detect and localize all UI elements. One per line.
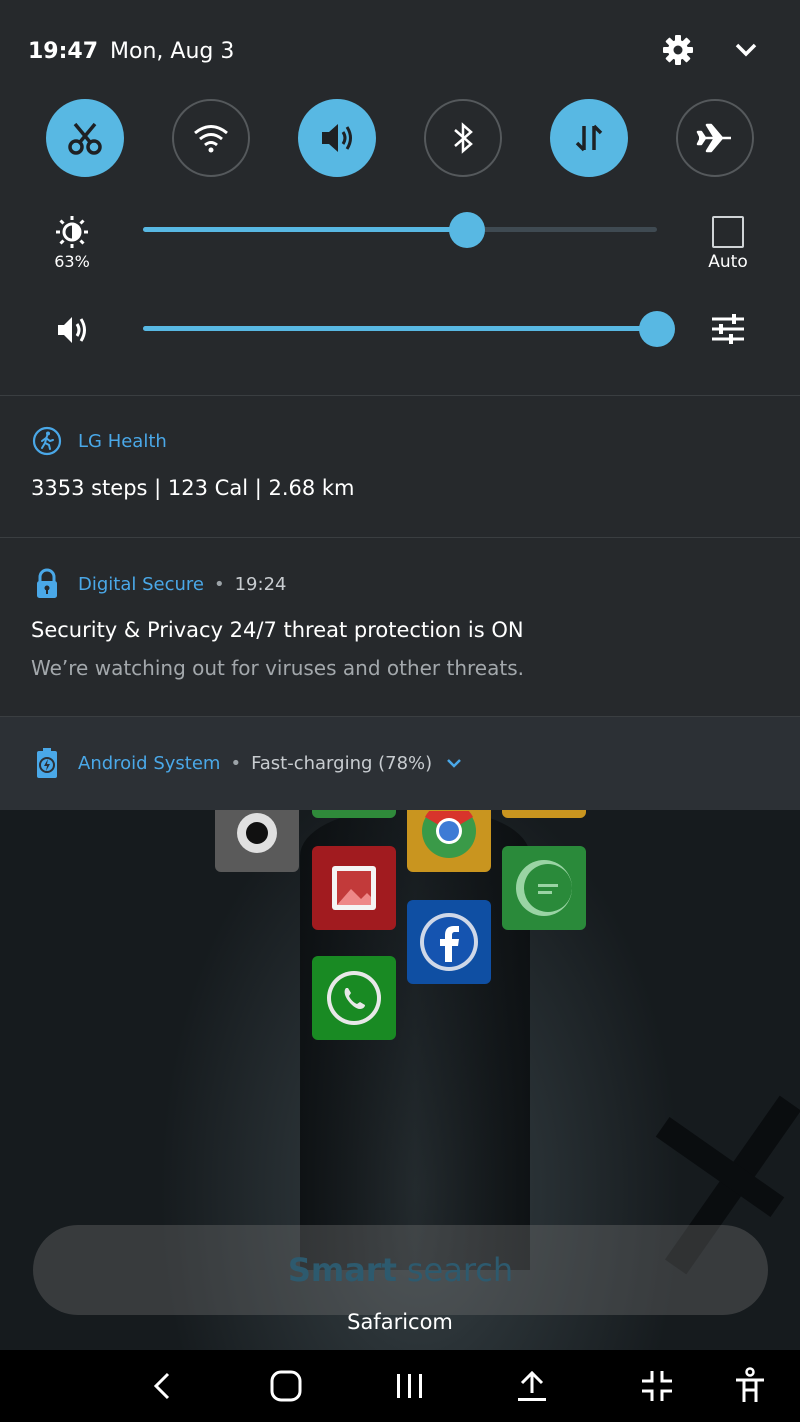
- quick-settings-row: [0, 99, 800, 177]
- volume-fill: [143, 326, 657, 331]
- brightness-track: [143, 227, 657, 232]
- bluetooth-icon: [454, 122, 473, 154]
- brightness-slider[interactable]: [0, 210, 690, 250]
- brightness-fill: [143, 227, 467, 232]
- mobile-data-toggle[interactable]: [550, 99, 628, 177]
- notification-title: 3353 steps | 123 Cal | 2.68 km: [31, 476, 355, 500]
- bluetooth-toggle[interactable]: [424, 99, 502, 177]
- home-button[interactable]: [264, 1364, 308, 1408]
- volume-icon: [322, 124, 352, 152]
- auto-brightness-label: Auto: [708, 252, 748, 272]
- airplane-icon: [696, 123, 731, 153]
- smart-search-label: Smart: [287, 1251, 397, 1289]
- partial-app-icon[interactable]: [502, 810, 586, 818]
- brightness-thumb[interactable]: [449, 212, 485, 248]
- gallery-app-icon[interactable]: [312, 846, 396, 930]
- volume-thumb[interactable]: [639, 311, 675, 347]
- screen-capture-toggle[interactable]: [46, 99, 124, 177]
- separator-dot: •: [230, 752, 242, 774]
- auto-brightness-checkbox[interactable]: [712, 216, 744, 248]
- collapse-chevron-down-icon[interactable]: [728, 32, 764, 68]
- facebook-app-icon[interactable]: [407, 900, 491, 984]
- back-button[interactable]: [140, 1364, 184, 1408]
- date: Mon, Aug 3: [110, 38, 235, 64]
- settings-gear-icon[interactable]: [660, 32, 696, 68]
- minimize-icon[interactable]: [635, 1364, 679, 1408]
- smart-search-bar[interactable]: Smart search: [33, 1225, 768, 1315]
- recents-button[interactable]: [388, 1364, 432, 1408]
- accessibility-icon[interactable]: [728, 1364, 772, 1408]
- wifi-toggle[interactable]: [172, 99, 250, 177]
- notification-meta: Fast-charging (78%): [251, 752, 433, 774]
- clock: 19:47: [28, 38, 99, 64]
- airplane-mode-toggle[interactable]: [676, 99, 754, 177]
- sound-toggle[interactable]: [298, 99, 376, 177]
- camera-app-icon[interactable]: [215, 810, 299, 872]
- notification-shade: 19:47 Mon, Aug 3 63% Auto LG Health 3353…: [0, 0, 800, 810]
- navigation-bar: [0, 1350, 800, 1422]
- partial-app-icon[interactable]: [312, 810, 396, 818]
- notification-title: Security & Privacy 24/7 threat protectio…: [31, 618, 524, 642]
- notification-app-name: LG Health: [78, 430, 167, 452]
- sound-settings-sliders-icon[interactable]: [710, 313, 746, 345]
- volume-slider[interactable]: [0, 309, 690, 349]
- notification-time: 19:24: [234, 573, 287, 595]
- brightness-percent: 63%: [54, 252, 90, 271]
- scissors-icon: [68, 122, 102, 155]
- home-wallpaper: Smart search Safaricom: [0, 810, 800, 1422]
- data-transfer-icon: [575, 124, 603, 152]
- carrier-label: Safaricom: [347, 1310, 453, 1334]
- messages-app-icon[interactable]: [502, 846, 586, 930]
- notification-digital-secure[interactable]: Digital Secure • 19:24 Security & Privac…: [0, 538, 800, 716]
- volume-track: [143, 326, 657, 331]
- notification-body: We’re watching out for viruses and other…: [31, 656, 524, 680]
- notification-app-name: Android System: [78, 752, 221, 774]
- lock-icon: [37, 568, 57, 598]
- battery-charging-icon: [37, 748, 57, 778]
- notification-pull-icon[interactable]: [510, 1364, 554, 1408]
- wifi-icon: [194, 125, 228, 153]
- status-header: 19:47 Mon, Aug 3: [28, 34, 234, 68]
- expand-chevron-down-icon[interactable]: [442, 755, 466, 771]
- separator-dot: •: [213, 573, 225, 595]
- chrome-app-icon[interactable]: [407, 810, 491, 872]
- notification-android-system[interactable]: Android System • Fast-charging (78%): [0, 717, 800, 810]
- notification-lg-health[interactable]: LG Health 3353 steps | 123 Cal | 2.68 km: [0, 396, 800, 537]
- smart-search-sublabel: search: [406, 1251, 514, 1289]
- walking-icon: [32, 426, 62, 456]
- notification-app-name: Digital Secure: [78, 573, 204, 595]
- whatsapp-app-icon[interactable]: [312, 956, 396, 1040]
